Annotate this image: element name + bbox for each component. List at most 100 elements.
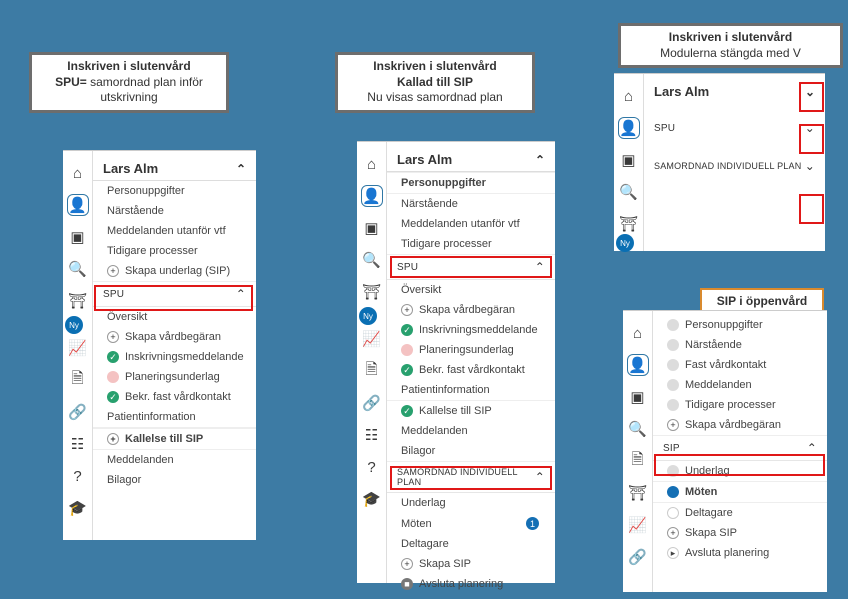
home-icon[interactable]: ⌂ [361, 153, 383, 175]
item-skapa-sip[interactable]: +Skapa SIP [387, 554, 555, 574]
item-bilagor[interactable]: Bilagor [93, 470, 256, 490]
item-kallelse[interactable]: ✓Kallelse till SIP [387, 401, 555, 421]
dot-icon [667, 399, 679, 411]
home-icon[interactable]: ⌂ [627, 322, 649, 344]
search-icon[interactable]: 🔍 [361, 249, 383, 271]
item-deltagare[interactable]: Deltagare [387, 534, 555, 554]
item-narstaende[interactable]: Närstående [653, 335, 827, 355]
item-meddelanden[interactable]: Meddelanden [387, 421, 555, 441]
home-icon[interactable]: ⌂ [67, 162, 89, 184]
item-avsluta[interactable]: ■Avsluta planering [387, 574, 555, 594]
grad-icon[interactable]: 🎓 [361, 488, 383, 510]
person-icon[interactable]: 👤 [361, 185, 383, 207]
item-oversikt[interactable]: Översikt [387, 280, 555, 300]
caption1-line2: samordnad plan inför utskrivning [87, 75, 203, 105]
grad-icon[interactable]: 🎓 [67, 497, 89, 519]
caption2-line1: Inskriven i slutenvård [373, 59, 496, 73]
document-icon[interactable]: 🗎 [67, 369, 89, 391]
ny-badge[interactable]: Ny [359, 307, 377, 325]
plus-icon: + [401, 558, 413, 570]
inbox-icon[interactable]: ▣ [618, 149, 640, 171]
dot-icon [667, 507, 679, 519]
patient-header[interactable]: Lars Alm ⌃ [387, 146, 555, 172]
document-icon[interactable]: 🗎 [627, 450, 649, 472]
search-icon[interactable]: 🔍 [67, 258, 89, 280]
item-bekr-fast[interactable]: ✓Bekr. fast vårdkontakt [387, 360, 555, 380]
patient-header[interactable]: Lars Alm ⌃ [93, 155, 256, 181]
check-icon: ✓ [107, 351, 119, 363]
search-icon[interactable]: 🔍 [618, 181, 640, 203]
item-deltagare[interactable]: Deltagare [653, 503, 827, 523]
item-narstaende[interactable]: Närstående [93, 201, 256, 221]
highlight-chev3 [799, 194, 824, 224]
item-bilagor[interactable]: Bilagor [387, 441, 555, 462]
document-icon[interactable]: 🗎 [361, 360, 383, 382]
item-medd-utanfor[interactable]: Meddelanden utanför vtf [387, 214, 555, 234]
item-meddelanden[interactable]: Meddelanden [93, 450, 256, 470]
patient-name: Lars Alm [103, 161, 158, 176]
caption4: SIP i öppenvård [717, 294, 807, 308]
ny-badge[interactable]: Ny [65, 316, 83, 334]
end-icon: ▸ [667, 547, 679, 559]
item-fast-vard[interactable]: Fast vårdkontakt [653, 355, 827, 375]
inbox-icon[interactable]: ▣ [67, 226, 89, 248]
transport-icon[interactable]: ⛩ [361, 281, 383, 303]
item-tidigare[interactable]: Tidigare processer [653, 395, 827, 415]
person-icon[interactable]: 👤 [67, 194, 89, 216]
item-skapa-vard[interactable]: +Skapa vårdbegäran [93, 327, 256, 347]
section-spu-collapsed[interactable]: SPU ⌄ [644, 109, 825, 147]
item-skapa-underlag[interactable]: +Skapa underlag (SIP) [93, 261, 256, 282]
item-personuppgifter[interactable]: Personuppgifter [387, 172, 555, 194]
section-samordnad-collapsed[interactable]: SAMORDNAD INDIVIDUELL PLAN ⌄ [644, 147, 825, 185]
search-icon[interactable]: 🔍 [627, 418, 649, 440]
item-moten[interactable]: Möten1 [387, 513, 555, 534]
help-icon[interactable]: ? [361, 456, 383, 478]
item-underlag[interactable]: Underlag [387, 493, 555, 513]
chart-icon[interactable]: 📈 [67, 337, 89, 359]
item-patientinfo[interactable]: Patientinformation [387, 380, 555, 401]
item-moten[interactable]: Möten [653, 481, 827, 503]
transport-icon[interactable]: ⛩ [618, 213, 640, 235]
item-tidigare[interactable]: Tidigare processer [387, 234, 555, 255]
person-icon[interactable]: 👤 [627, 354, 649, 376]
person-icon[interactable]: 👤 [618, 117, 640, 139]
help-icon[interactable]: ? [67, 465, 89, 487]
item-planering[interactable]: Planeringsunderlag [387, 340, 555, 360]
highlight-chev1 [799, 82, 824, 112]
item-inskrivning[interactable]: ✓Inskrivningsmeddelande [93, 347, 256, 367]
item-avsluta[interactable]: ▸Avsluta planering [653, 543, 827, 563]
chevron-up-icon: ⌃ [535, 153, 545, 167]
highlight-samordnad [390, 466, 552, 490]
link-icon[interactable]: 🔗 [361, 392, 383, 414]
item-personuppgifter[interactable]: Personuppgifter [93, 181, 256, 201]
dot-icon [667, 359, 679, 371]
item-planering[interactable]: Planeringsunderlag [93, 367, 256, 387]
item-skapa-vard[interactable]: +Skapa vårdbegäran [387, 300, 555, 320]
item-kallelse[interactable]: +Kallelse till SIP [93, 428, 256, 450]
inbox-icon[interactable]: ▣ [627, 386, 649, 408]
patient-header[interactable]: Lars Alm ⌄ [644, 78, 825, 109]
inbox-icon[interactable]: ▣ [361, 217, 383, 239]
news-icon[interactable]: ☷ [361, 424, 383, 446]
item-tidigare[interactable]: Tidigare processer [93, 241, 256, 261]
home-icon[interactable]: ⌂ [618, 85, 640, 107]
chart-icon[interactable]: 📈 [627, 514, 649, 536]
caption3-line2: Modulerna stängda med V [660, 46, 801, 60]
link-icon[interactable]: 🔗 [67, 401, 89, 423]
item-skapa-vard[interactable]: +Skapa vårdbegäran [653, 415, 827, 436]
item-medd-utanfor[interactable]: Meddelanden utanför vtf [93, 221, 256, 241]
ny-badge[interactable]: Ny [616, 234, 634, 252]
caption1-line1: Inskriven i slutenvård [67, 59, 190, 73]
item-bekr-fast[interactable]: ✓Bekr. fast vårdkontakt [93, 387, 256, 407]
transport-icon[interactable]: ⛩ [627, 482, 649, 504]
item-personuppgifter[interactable]: Personuppgifter [653, 315, 827, 335]
item-meddelanden[interactable]: Meddelanden [653, 375, 827, 395]
news-icon[interactable]: ☷ [67, 433, 89, 455]
item-narstaende[interactable]: Närstående [387, 194, 555, 214]
item-patientinfo[interactable]: Patientinformation [93, 407, 256, 428]
item-inskrivning[interactable]: ✓Inskrivningsmeddelande [387, 320, 555, 340]
transport-icon[interactable]: ⛩ [67, 290, 89, 312]
link-icon[interactable]: 🔗 [627, 546, 649, 568]
chart-icon[interactable]: 📈 [361, 328, 383, 350]
item-skapa-sip[interactable]: +Skapa SIP [653, 523, 827, 543]
